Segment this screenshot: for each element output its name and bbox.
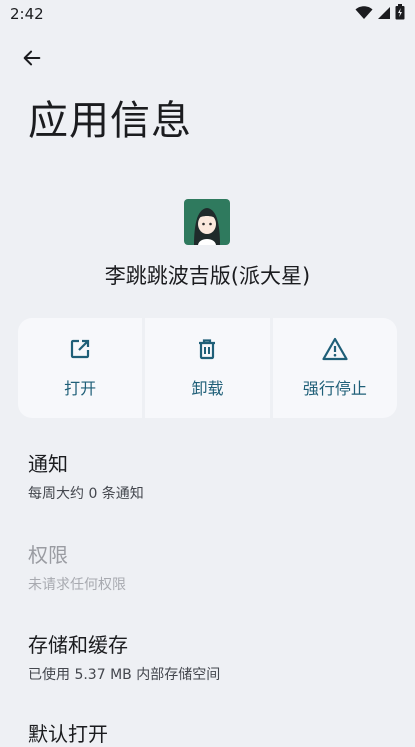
permissions-item: 权限 未请求任何权限 [28,539,388,594]
status-icons [355,4,405,24]
notifications-title: 通知 [28,452,68,476]
page-title: 应用信息 [28,98,192,144]
signal-icon [377,5,391,24]
open-by-default-item[interactable]: 默认打开 [28,718,388,747]
open-label: 打开 [64,379,97,398]
notifications-subtitle: 每周大约 0 条通知 [28,486,144,502]
force-stop-label: 强行停止 [302,379,367,398]
open-button[interactable]: 打开 [18,318,143,418]
app-name: 李跳跳波吉版(派大星) [104,264,311,288]
permissions-subtitle: 未请求任何权限 [28,577,126,593]
open-external-icon [68,337,92,365]
permissions-title: 权限 [28,543,68,567]
storage-cache-subtitle: 已使用 5.37 MB 内部存储空间 [28,667,221,683]
storage-cache-item[interactable]: 存储和缓存 已使用 5.37 MB 内部存储空间 [28,629,388,684]
app-icon [184,199,230,245]
status-bar: 2:42 [0,0,415,28]
trash-icon [195,337,219,365]
action-bar: 打开 卸载 强行停止 [18,318,397,418]
wifi-icon [355,5,373,24]
notifications-item[interactable]: 通知 每周大约 0 条通知 [28,448,388,503]
battery-icon [395,4,405,24]
uninstall-button[interactable]: 卸载 [145,318,270,418]
status-time: 2:42 [10,5,44,23]
force-stop-button[interactable]: 强行停止 [272,318,397,418]
open-by-default-title: 默认打开 [28,722,108,746]
arrow-back-icon [21,47,43,73]
storage-cache-title: 存储和缓存 [28,633,128,657]
warning-icon [322,337,348,365]
back-button[interactable] [14,42,50,78]
uninstall-label: 卸载 [191,379,224,398]
